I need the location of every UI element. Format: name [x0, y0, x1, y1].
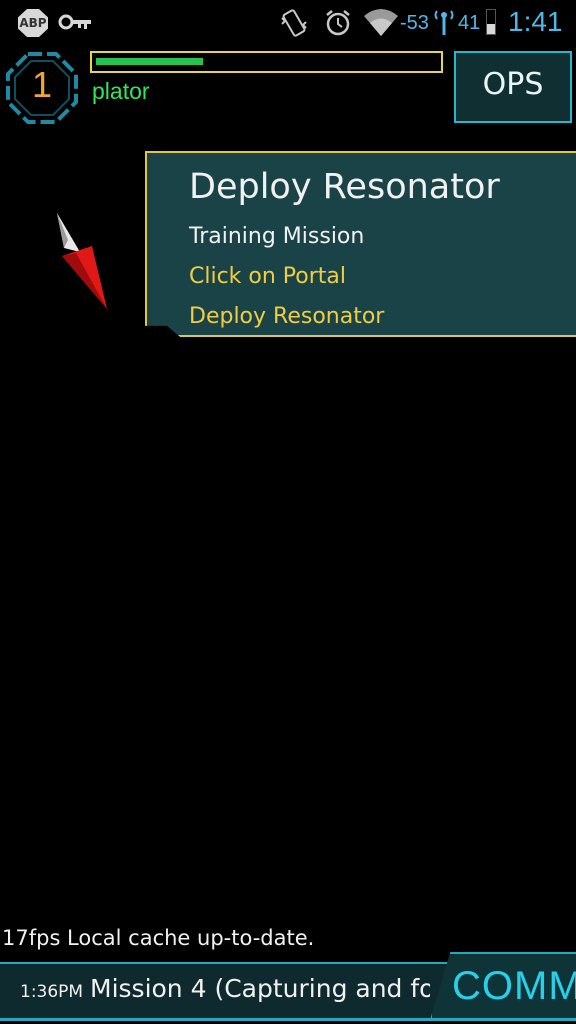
battery-fill	[487, 24, 495, 34]
adblock-icon: ABP	[18, 9, 48, 37]
bottom-divider	[0, 1018, 576, 1021]
antenna-icon	[434, 10, 454, 35]
comm-message-text: Mission 4 (Capturing and fortifyin	[90, 974, 430, 1003]
comm-button-label: COMM	[452, 964, 576, 1008]
android-status-bar: ABP -53 41 1:41	[0, 0, 576, 46]
signal-strength: -53	[400, 12, 429, 34]
agent-level-number: 1	[31, 64, 53, 105]
alarm-icon	[326, 10, 350, 36]
xp-progress-fill	[96, 58, 203, 65]
comm-message-time: 1:36PM	[20, 982, 84, 1002]
vibrate-icon	[281, 9, 307, 37]
agent-name[interactable]: plator	[92, 78, 150, 105]
compass-needle-icon[interactable]	[50, 210, 120, 320]
status-clock: 1:41	[508, 6, 563, 37]
battery-icon	[486, 9, 496, 35]
mission-title: Deploy Resonator	[189, 167, 500, 207]
mission-step: Click on Portal	[189, 264, 347, 289]
comm-button[interactable]: COMM	[430, 952, 576, 1020]
mission-subtitle: Training Mission	[189, 224, 365, 249]
ingress-screen: ABP -53 41 1:41 1 plator OPS Deploy Reso…	[0, 0, 576, 1024]
wifi-icon	[364, 9, 398, 36]
diagnostics-status: 17fps Local cache up-to-date.	[2, 926, 315, 950]
key-icon	[58, 14, 91, 30]
mission-panel[interactable]: Deploy Resonator Training Mission Click …	[145, 151, 576, 337]
agent-level-badge[interactable]: 1	[4, 50, 80, 126]
xp-progress-bar	[90, 51, 443, 73]
ops-button-label: OPS	[482, 67, 544, 102]
ops-button[interactable]: OPS	[454, 51, 572, 123]
mission-step: Deploy Resonator	[189, 304, 385, 329]
battery-percent: 41	[458, 12, 481, 34]
